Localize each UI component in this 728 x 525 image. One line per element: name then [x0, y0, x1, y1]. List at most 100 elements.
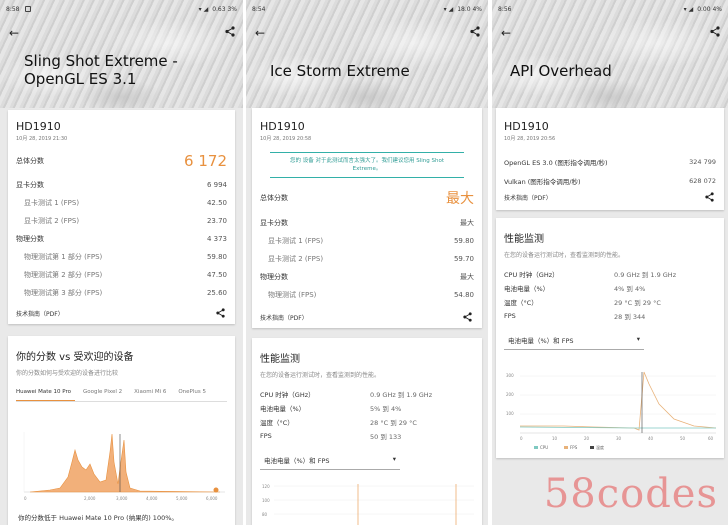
tab-xiaomi-mi-6[interactable]: Xiaomi Mi 6	[134, 389, 170, 401]
monitor-title: 性能监测	[260, 354, 300, 365]
device-name: HD1910	[504, 120, 549, 133]
share-icon[interactable]	[710, 26, 720, 37]
watermark: 58codes	[543, 471, 718, 517]
monitor-chart: 120 100 80	[262, 484, 474, 525]
share-icon[interactable]	[216, 308, 225, 318]
device-name: HD1910	[16, 120, 61, 133]
monitor-label: 温度（°C）	[260, 419, 294, 427]
result-date: 10月 28, 2019 20:56	[504, 136, 556, 142]
signal-icon: ▾ ◢	[443, 5, 454, 13]
tech-guide-link[interactable]: 技术指南（PDF）	[16, 309, 64, 318]
monitor-value: 4% 到 4%	[614, 285, 646, 293]
ice-storm-screen: 8:54 ▾ ◢ 18.0 4% ← Ice Storm Extreme HD19…	[246, 0, 488, 525]
monitor-row: 温度（°C） 28 °C 到 29 °C	[260, 415, 474, 429]
chart-y-tick: 100	[262, 498, 270, 503]
tab-oneplus-5[interactable]: OnePlus 5	[178, 389, 210, 401]
score-row: 显卡测试 2 (FPS) 59.70	[260, 250, 474, 268]
score-row: Vulkan (图形指令调用/秒) 628 072	[504, 171, 716, 190]
score-histogram: 0 2,000 3,000 4,000 5,000 6,000	[23, 432, 225, 501]
monitor-label: 电池电量（%）	[260, 405, 306, 413]
hist-tick: 2,000	[84, 496, 96, 501]
monitor-row: FPS 28 到 344	[504, 309, 716, 323]
chart-metric-select[interactable]: 电池电量（%）和 FPS ▾	[260, 451, 400, 470]
result-date: 10月 28, 2019 21:30	[16, 136, 68, 142]
device-too-powerful-notice: 您的 设备 对于此测试而言太强大了。我们建议您用 Sling Shot Extr…	[270, 152, 464, 178]
score-row-value: 59.80	[206, 253, 227, 261]
overall-score-label: 总体分数	[16, 157, 44, 165]
back-arrow-icon[interactable]: ←	[255, 26, 265, 40]
tech-guide-link[interactable]: 技术指南（PDF）	[260, 313, 308, 322]
monitor-label: CPU 时钟（GHz）	[260, 391, 315, 399]
hist-tick: 6,000	[206, 496, 218, 501]
back-arrow-icon[interactable]: ←	[501, 26, 511, 40]
monitor-value: 50 到 133	[370, 433, 402, 441]
legend-label: CPU	[540, 445, 548, 450]
score-row-value: 4 373	[206, 235, 227, 243]
share-icon[interactable]	[225, 26, 235, 37]
score-row-label: 物理测试第 3 部分 (FPS)	[24, 289, 103, 297]
chart-metric-select[interactable]: 电池电量（%）和 FPS ▾	[504, 331, 644, 350]
monitor-subtitle: 在您的设备运行测试时，查看监测到的性能。	[504, 252, 625, 259]
score-row-label: 显卡分数	[16, 181, 44, 189]
score-row: 显卡测试 2 (FPS) 23.70	[16, 212, 227, 230]
score-row: OpenGL ES 3.0 (图形指令调用/秒) 324 799	[504, 152, 716, 171]
chart-x-tick: 20	[584, 436, 590, 441]
back-arrow-icon[interactable]: ←	[9, 26, 19, 40]
chart-x-tick: 0	[520, 436, 523, 441]
score-row-value: 628 072	[689, 176, 716, 185]
overall-score: 6 172	[184, 152, 227, 170]
chart-y-tick: 300	[506, 373, 514, 378]
signal-icon: ▾ ◢	[683, 5, 694, 13]
notification-icon	[25, 6, 32, 12]
monitor-value: 28 到 344	[614, 313, 646, 321]
monitor-value: 28 °C 到 29 °C	[370, 419, 417, 427]
score-row: 物理测试第 1 部分 (FPS) 59.80	[16, 248, 227, 266]
monitor-value: 0.9 GHz 到 1.9 GHz	[614, 271, 677, 279]
overall-score-label: 总体分数	[260, 194, 288, 202]
score-row-label: 物理测试第 1 部分 (FPS)	[24, 253, 103, 261]
comparison-card: 你的分数 vs 受欢迎的设备 你的分数如何与受欢迎的设备进行比较 Huawei …	[8, 336, 235, 525]
comparison-title: 你的分数 vs 受欢迎的设备	[16, 352, 134, 363]
status-bar: 8:56 ▾ ◢ 0.00 4%	[498, 5, 722, 13]
tab-huawei-mate-10-pro[interactable]: Huawei Mate 10 Pro	[16, 389, 76, 401]
monitor-value: 0.9 GHz 到 1.9 GHz	[370, 391, 433, 399]
score-row-label: Vulkan (图形指令调用/秒)	[504, 177, 581, 186]
score-row-label: 物理分数	[260, 273, 288, 281]
score-row-value: 6 994	[206, 181, 227, 189]
score-row-value: 54.80	[453, 291, 474, 299]
overall-score: 最大	[446, 191, 474, 207]
dropdown-arrow-icon: ▾	[636, 335, 640, 343]
score-row-value: 25.60	[206, 289, 227, 297]
hist-tick: 0	[24, 496, 27, 501]
monitor-row: 电池电量（%） 4% 到 4%	[504, 281, 716, 295]
share-icon[interactable]	[705, 192, 714, 202]
dropdown-arrow-icon: ▾	[392, 455, 396, 463]
legend-label: 温度	[596, 444, 604, 450]
signal-icon: ▾ ◢	[198, 5, 209, 13]
device-tabs: Huawei Mate 10 Pro Google Pixel 2 Xiaomi…	[16, 389, 227, 402]
score-row-value: 23.70	[206, 217, 227, 225]
share-icon[interactable]	[463, 312, 472, 322]
score-row: 物理测试第 3 部分 (FPS) 25.60	[16, 284, 227, 302]
score-row: 显卡分数 6 994	[16, 176, 227, 194]
score-row-label: 显卡测试 2 (FPS)	[24, 217, 80, 225]
monitor-value: 29 °C 到 29 °C	[614, 299, 661, 307]
score-row-label: 显卡测试 1 (FPS)	[24, 199, 80, 207]
score-row-label: 显卡分数	[260, 219, 288, 227]
share-icon[interactable]	[470, 26, 480, 37]
tech-guide-link[interactable]: 技术指南（PDF）	[504, 193, 552, 202]
result-card: HD1910 10月 28, 2019 20:56 OpenGL ES 3.0 …	[496, 108, 724, 210]
tab-google-pixel-2[interactable]: Google Pixel 2	[83, 389, 126, 401]
hist-tick: 3,000	[116, 496, 128, 501]
score-row-value: 59.70	[453, 255, 474, 263]
monitor-row: FPS 50 到 133	[260, 429, 474, 443]
score-row: 显卡分数 最大	[260, 214, 474, 232]
result-card: HD1910 10月 28, 2019 20:58 您的 设备 对于此测试而言太…	[252, 108, 482, 328]
monitor-label: CPU 时钟（GHz）	[504, 271, 559, 279]
score-row: 物理测试 (FPS) 54.80	[260, 286, 474, 304]
chart-x-tick: 30	[616, 436, 622, 441]
score-row-label: 物理测试 (FPS)	[268, 291, 317, 299]
chart-y-tick: 200	[506, 392, 514, 397]
score-row: 物理分数 4 373	[16, 230, 227, 248]
legend-label: FPS	[570, 445, 578, 450]
